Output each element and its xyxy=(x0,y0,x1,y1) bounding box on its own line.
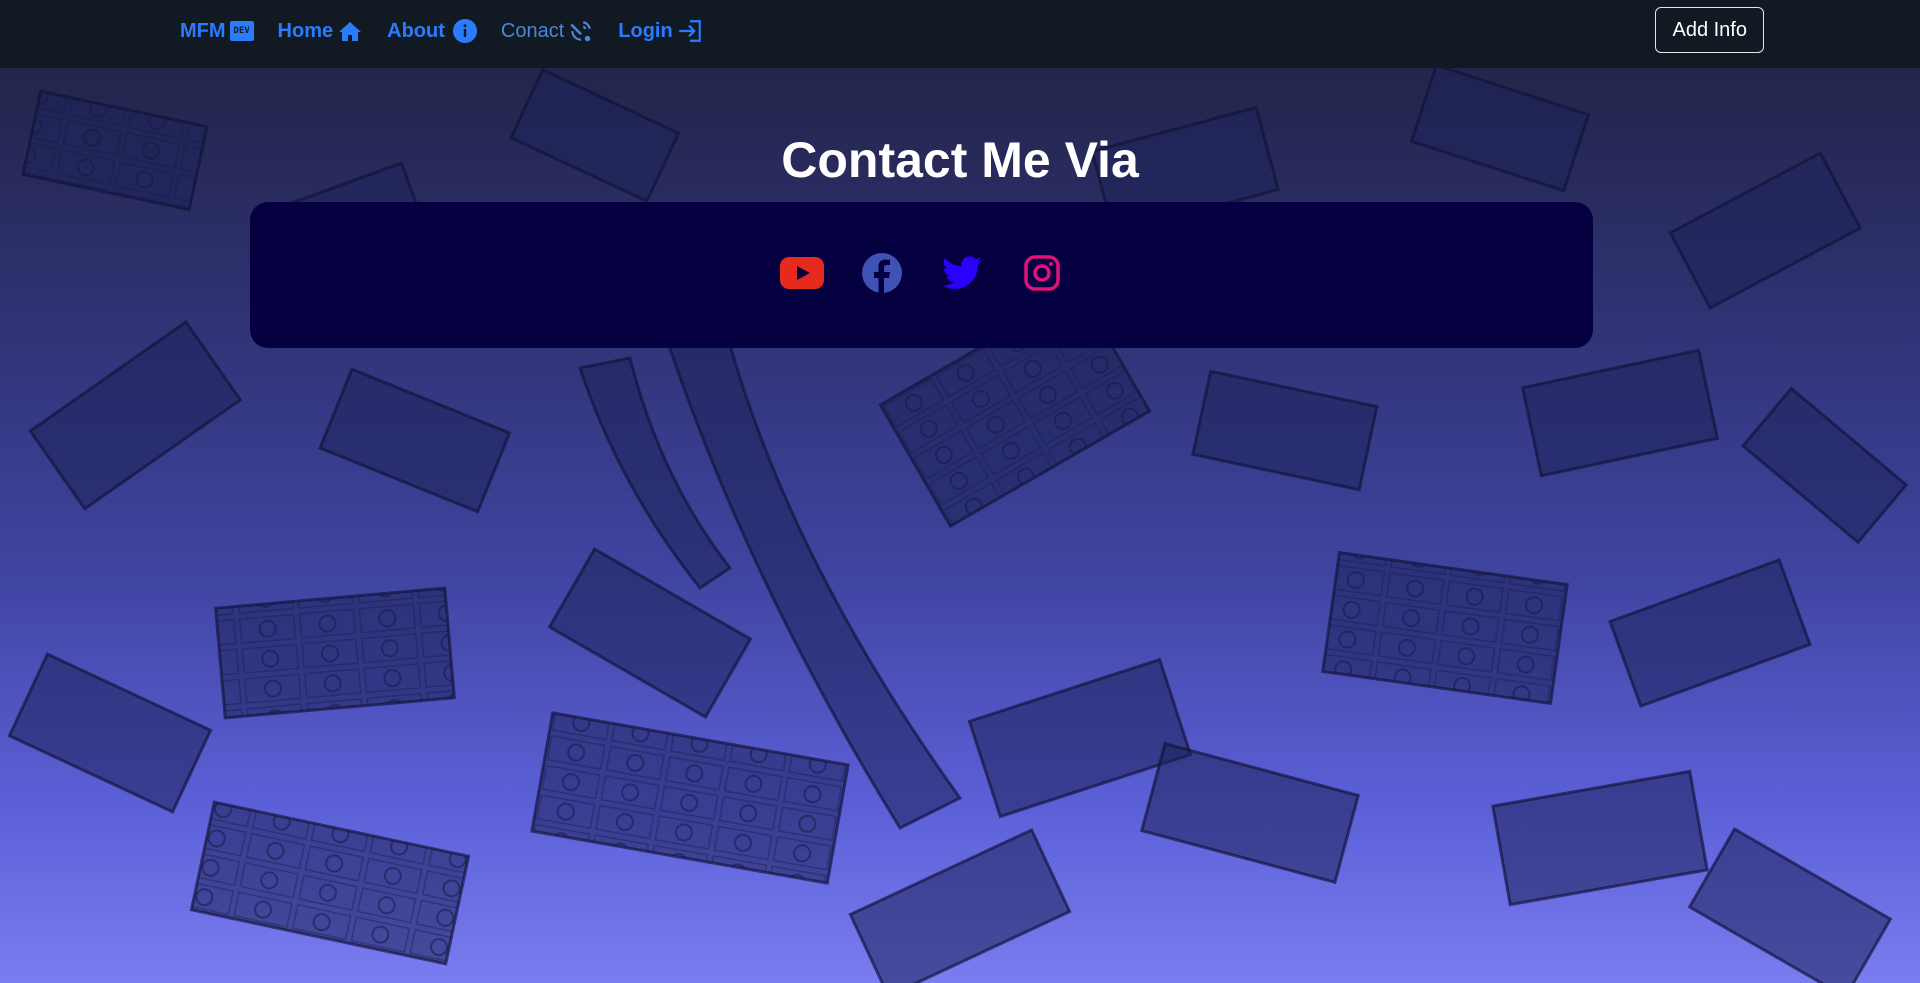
brand-link[interactable]: MFM DEV xyxy=(180,20,254,43)
twitter-link[interactable] xyxy=(940,253,984,297)
nav-contact-label: Conact xyxy=(500,19,565,42)
youtube-icon xyxy=(779,256,824,295)
nav-login-link[interactable]: Login xyxy=(618,18,702,44)
youtube-link[interactable] xyxy=(779,253,824,297)
nav-contact-link[interactable]: Conact xyxy=(501,18,594,44)
nav-home-link[interactable]: Home xyxy=(278,19,364,43)
satellite-dish-icon xyxy=(568,18,594,44)
contact-card xyxy=(250,202,1593,348)
nav-links: MFM DEV Home About Conact Login xyxy=(180,0,727,62)
hero-section: Contact Me Via xyxy=(0,68,1920,983)
instagram-link[interactable] xyxy=(1020,253,1064,297)
facebook-link[interactable] xyxy=(860,252,904,298)
nav-about-label: About xyxy=(387,19,445,42)
dev-badge-icon: DEV xyxy=(229,21,254,41)
nav-about-link[interactable]: About xyxy=(387,19,477,43)
instagram-icon xyxy=(1023,254,1060,296)
login-arrow-icon xyxy=(677,18,703,44)
info-circle-icon xyxy=(452,19,477,43)
page-title: Contact Me Via xyxy=(781,132,1139,188)
nav-home-label: Home xyxy=(277,19,334,42)
twitter-icon xyxy=(941,255,982,295)
top-navbar: MFM DEV Home About Conact Login Add Info xyxy=(0,0,1920,68)
add-info-button[interactable]: Add Info xyxy=(1655,7,1764,53)
brand-text: MFM xyxy=(180,19,226,42)
facebook-icon xyxy=(861,252,902,298)
house-icon xyxy=(337,19,363,43)
nav-login-label: Login xyxy=(618,19,673,42)
